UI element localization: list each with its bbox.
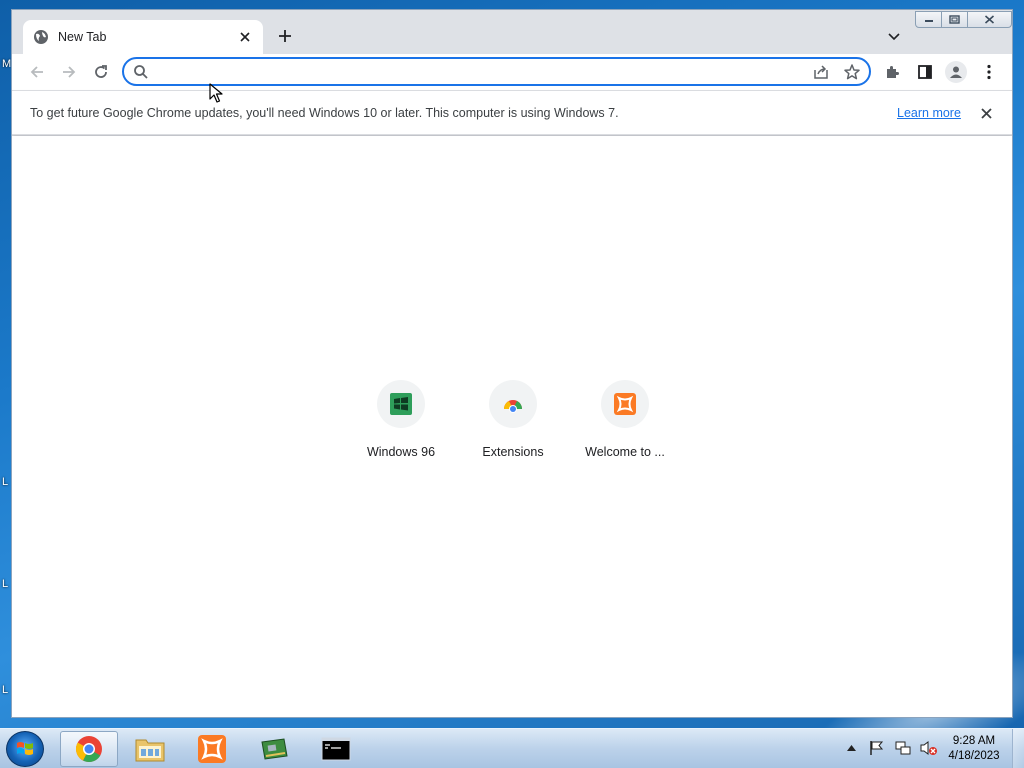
toolbar [12,54,1012,90]
new-tab-button[interactable] [274,25,296,47]
tab-new-tab[interactable]: New Tab [23,20,263,54]
windows-logo-icon [17,742,33,755]
folder-icon [135,739,165,762]
taskbar-chrome[interactable] [60,731,118,767]
shortcut-tile[interactable]: Extensions [457,380,569,470]
clock-time: 9:28 AM [952,735,996,747]
show-desktop-button[interactable] [1012,729,1024,768]
address-input[interactable] [156,62,796,82]
update-infobar: To get future Google Chrome updates, you… [12,90,1012,135]
minimize-icon [924,19,933,22]
network-card-icon [261,738,288,760]
person-icon [950,66,962,78]
puzzle-icon [887,66,899,78]
desktop-icon-label: L [2,684,9,696]
restore-button[interactable] [941,11,968,28]
arrow-left-icon [30,66,43,78]
taskbar-xampp[interactable] [183,731,241,767]
desktop-icon-label: L [2,476,9,488]
mouse-cursor-icon [209,83,223,103]
globe-icon [33,29,49,45]
taskbar: 9:28 AM 4/18/2023 [0,728,1024,768]
extensions-button[interactable] [881,60,905,84]
shortcut-tile[interactable]: Windows 96 [345,380,457,470]
flag-icon[interactable] [868,739,886,757]
close-icon[interactable] [978,105,994,121]
start-button[interactable] [6,731,44,767]
system-tray [842,739,938,757]
xampp-icon [198,735,226,763]
chrome-extensions-icon [489,380,537,428]
chrome-icon [75,736,102,762]
clock[interactable]: 9:28 AM 4/18/2023 [944,734,1004,764]
minimize-button[interactable] [915,11,942,28]
xampp-icon [601,380,649,428]
volume-muted-icon[interactable] [920,739,938,757]
title-bar: New Tab [12,10,1012,54]
tab-search-button[interactable] [884,27,904,47]
desktop-icon-label: M [2,58,12,70]
infobar-message: To get future Google Chrome updates, you… [30,106,619,120]
taskbar-file-explorer[interactable] [121,731,179,767]
arrow-right-icon [63,66,76,78]
clock-date: 4/18/2023 [948,750,1000,762]
back-button[interactable] [25,60,49,84]
desktop-icon-label: L [2,578,9,590]
taskbar-command-prompt[interactable] [307,731,365,767]
close-icon[interactable] [237,29,253,45]
chevron-down-icon [888,33,900,41]
shortcut-label: Windows 96 [366,445,436,459]
side-panel-icon [918,65,932,79]
reload-icon [95,65,107,78]
address-bar[interactable] [122,57,871,86]
chevron-up-icon[interactable] [842,739,860,757]
close-icon [984,15,995,24]
share-icon[interactable] [812,63,830,81]
shortcut-tile[interactable]: Welcome to ... [569,380,681,470]
windows96-icon [377,380,425,428]
new-tab-page: Windows 96 Extensions Welcome to ... [12,136,1012,717]
chrome-window: New Tab To get future Google Chrome upda… [11,9,1013,718]
learn-more-link[interactable]: Learn more [897,106,961,120]
plus-icon [279,30,291,42]
side-panel-button[interactable] [913,60,937,84]
menu-button[interactable] [977,60,1001,84]
taskbar-network-app[interactable] [245,731,303,767]
more-vert-icon [987,64,991,80]
network-icon[interactable] [894,739,912,757]
forward-button[interactable] [57,60,81,84]
profile-avatar[interactable] [945,61,967,83]
bookmark-star-icon[interactable] [843,63,861,81]
window-close-button[interactable] [967,11,1012,28]
shortcut-label: Extensions [482,445,544,459]
cmd-icon [321,737,351,761]
search-icon [133,64,149,80]
restore-icon [949,15,960,24]
tab-title: New Tab [58,30,107,44]
shortcut-label: Welcome to ... [585,445,665,459]
reload-button[interactable] [89,60,113,84]
window-controls [915,11,1012,28]
